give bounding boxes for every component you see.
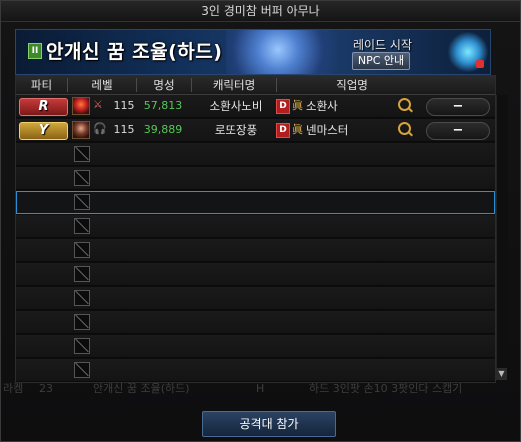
empty-slot-row[interactable] <box>16 215 495 238</box>
empty-slot-row[interactable] <box>16 143 495 166</box>
empty-slot-icon <box>74 218 90 234</box>
avatar <box>72 121 90 139</box>
header-character-name: 캐릭터명 <box>212 78 256 92</box>
window-title: 3인 경미참 버퍼 아무나 <box>1 1 520 22</box>
background-list-row: 라켐 23 안개신 꿈 조율(하드) H 하드 3인팟 손10 3팟인다 스캡기 <box>1 381 520 403</box>
remove-member-button[interactable]: − <box>426 122 490 140</box>
empty-slot-icon <box>74 242 90 258</box>
party-badge[interactable]: Y <box>19 122 68 140</box>
member-job: 소환사 <box>306 99 338 113</box>
dungeon-banner: II 안개신 꿈 조율(하드) 레이드 시작 NPC 안내 <box>15 29 491 75</box>
difficulty-chip: II <box>28 43 42 59</box>
member-level: 115 <box>113 123 135 136</box>
avatar <box>72 97 90 115</box>
magnifier-icon[interactable] <box>398 98 411 111</box>
empty-slot-row[interactable] <box>16 311 495 334</box>
empty-slot-icon <box>74 338 90 354</box>
header-job: 직업명 <box>336 78 368 92</box>
empty-slot-row[interactable] <box>16 263 495 286</box>
member-fame: 57,813 <box>143 99 183 112</box>
empty-slot-icon <box>74 194 90 210</box>
magnifier-icon[interactable] <box>398 122 411 135</box>
notification-dot <box>476 60 484 68</box>
banner-character-art <box>226 30 356 74</box>
empty-slot-row[interactable] <box>16 287 495 310</box>
header-fame: 명성 <box>153 78 175 92</box>
headset-icon: 🎧 <box>93 122 107 135</box>
party-member-table: 파티 레벨 명성 캐릭터명 직업명 R ⚔ 115 57,813 소환사노비 D… <box>15 75 496 383</box>
empty-slot-row[interactable] <box>16 359 495 382</box>
sword-icon: ⚔ <box>93 98 103 111</box>
member-fame: 39,889 <box>143 123 183 136</box>
bg-col-1: 라켐 <box>3 382 24 395</box>
empty-slot-icon <box>74 362 90 378</box>
awakening-mark: 眞 <box>292 99 303 112</box>
empty-slot-icon <box>74 146 90 162</box>
member-job: 넨마스터 <box>306 123 349 137</box>
table-row[interactable]: Y 🎧 115 39,889 로또장풍 D 眞 넨마스터 − <box>16 119 495 142</box>
empty-slot-icon <box>74 290 90 306</box>
empty-slot-row-selected[interactable] <box>16 191 495 214</box>
bg-col-4: H <box>256 382 265 395</box>
job-type-badge: D <box>276 99 290 114</box>
empty-slot-row[interactable] <box>16 167 495 190</box>
bg-col-3: 안개신 꿈 조율(하드) <box>93 382 190 395</box>
member-character-name: 소환사노비 <box>209 99 263 113</box>
table-row[interactable]: R ⚔ 115 57,813 소환사노비 D 眞 소환사 − <box>16 95 495 118</box>
raid-party-window: 3인 경미참 버퍼 아무나 II 안개신 꿈 조율(하드) 레이드 시작 NPC… <box>0 0 521 442</box>
empty-slot-row[interactable] <box>16 335 495 358</box>
table-header: 파티 레벨 명성 캐릭터명 직업명 <box>16 76 495 95</box>
scroll-down-icon[interactable]: ▼ <box>496 368 507 380</box>
dungeon-name: 안개신 꿈 조율(하드) <box>46 41 223 63</box>
bg-col-5: 하드 3인팟 손10 3팟인다 스캡기 <box>309 382 463 395</box>
empty-slot-icon <box>74 314 90 330</box>
awakening-mark: 眞 <box>292 123 303 136</box>
remove-member-button[interactable]: − <box>426 98 490 116</box>
empty-slot-icon <box>74 170 90 186</box>
member-character-name: 로또장풍 <box>214 123 258 137</box>
job-type-badge: D <box>276 123 290 138</box>
header-party: 파티 <box>30 78 53 92</box>
join-raid-button[interactable]: 공격대 참가 <box>202 411 336 437</box>
scrollbar[interactable] <box>496 95 508 380</box>
npc-guide-button[interactable]: NPC 안내 <box>352 52 410 70</box>
empty-slot-row[interactable] <box>16 239 495 262</box>
empty-slot-icon <box>74 266 90 282</box>
member-level: 115 <box>113 99 135 112</box>
bg-col-2: 23 <box>39 382 53 395</box>
header-level: 레벨 <box>91 78 113 92</box>
raid-start-label: 레이드 시작 <box>353 38 413 52</box>
party-badge[interactable]: R <box>19 98 68 116</box>
